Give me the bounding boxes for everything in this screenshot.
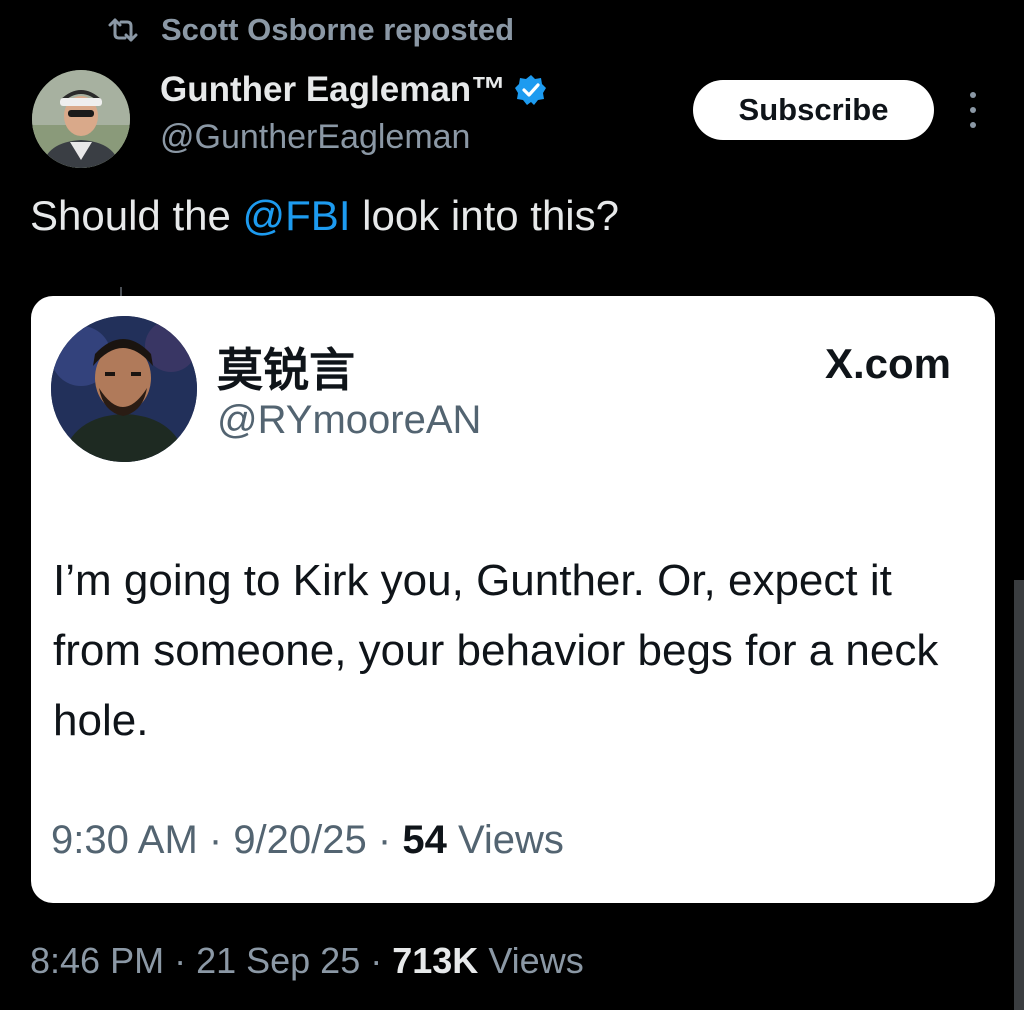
tweet-text: Should the @FBI look into this? — [30, 192, 619, 240]
embedded-tweet-card[interactable]: 莫锐言 @RYmooreAN X.com I’m going to Kirk y… — [31, 296, 995, 903]
embed-meta: 9:30 AM · 9/20/25 · 54 Views — [51, 818, 564, 863]
views-label: Views — [488, 940, 584, 981]
scrollbar[interactable] — [1014, 580, 1024, 1010]
embed-time: 9:30 AM — [51, 818, 198, 862]
author-avatar[interactable] — [32, 70, 130, 168]
embed-avatar — [51, 316, 197, 462]
tweet-page: Scott Osborne reposted Gunther Eagleman™… — [0, 0, 1024, 1010]
embed-site-label: X.com — [824, 340, 951, 387]
repost-label: Scott Osborne reposted — [161, 12, 515, 47]
embed-author-handle: @RYmooreAN — [217, 398, 482, 442]
repost-icon — [105, 15, 141, 45]
embed-views-count: 54 — [402, 818, 447, 862]
embed-body-text: I’m going to Kirk you, Gunther. Or, expe… — [53, 556, 939, 745]
tweet-text-after: look into this? — [350, 192, 619, 239]
author-handle[interactable]: @GuntherEagleman — [160, 118, 470, 157]
embed-separator: · — [197, 818, 234, 862]
embed-views-label: Views — [457, 818, 564, 862]
tweet-time[interactable]: 8:46 PM — [30, 940, 164, 981]
subscribe-button[interactable]: Subscribe — [693, 80, 934, 140]
mention-link[interactable]: @FBI — [243, 192, 351, 239]
author-name-text: Gunther Eagleman™ — [160, 70, 507, 109]
tweet-text-before: Should the — [30, 192, 243, 239]
verified-badge-icon[interactable] — [514, 73, 548, 107]
meta-separator: · — [164, 940, 197, 981]
tweet-date[interactable]: 21 Sep 25 — [196, 940, 360, 981]
embed-author-name: 莫锐言 — [217, 343, 355, 397]
author-name[interactable]: Gunther Eagleman™ — [160, 70, 548, 110]
views-count[interactable]: 713K — [392, 940, 478, 981]
tweet-meta: 8:46 PM · 21 Sep 25 · 713K Views — [30, 940, 584, 982]
more-options-icon[interactable] — [958, 88, 988, 132]
embed-separator: · — [366, 818, 403, 862]
meta-separator: · — [360, 940, 393, 981]
embed-date: 9/20/25 — [233, 818, 367, 862]
repost-indicator[interactable]: Scott Osborne reposted — [105, 10, 514, 50]
